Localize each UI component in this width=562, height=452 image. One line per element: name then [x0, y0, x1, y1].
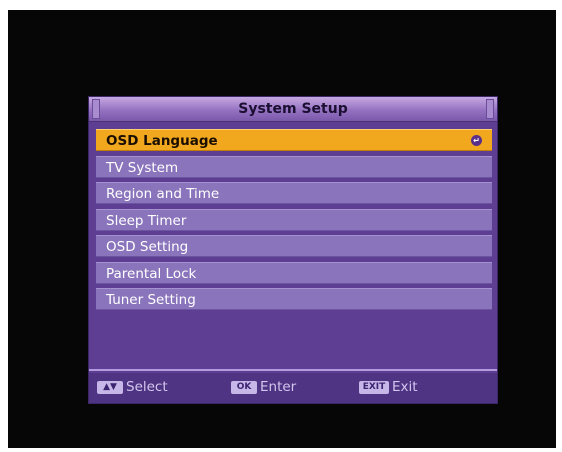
help-footer: ▲▼ Select OK Enter EXIT Exit — [89, 373, 497, 403]
tv-screen: System Setup OSD Language ↵ TV System Re… — [8, 10, 556, 448]
enter-arrow-icon: ↵ — [471, 135, 482, 146]
hint-exit-label: Exit — [392, 379, 418, 395]
hint-enter-label: Enter — [260, 379, 297, 395]
menu-item-label: Tuner Setting — [106, 292, 196, 308]
system-setup-dialog: System Setup OSD Language ↵ TV System Re… — [88, 96, 498, 404]
hint-select-label: Select — [126, 379, 168, 395]
exit-key-icon: EXIT — [359, 380, 389, 394]
menu-item-region-and-time[interactable]: Region and Time — [96, 182, 492, 204]
title-bar: System Setup — [89, 97, 497, 122]
hint-exit: EXIT Exit — [359, 379, 418, 395]
menu-item-tuner-setting[interactable]: Tuner Setting — [96, 288, 492, 310]
menu-item-sleep-timer[interactable]: Sleep Timer — [96, 208, 492, 231]
hint-select: ▲▼ Select — [97, 379, 168, 395]
footer-divider — [89, 369, 497, 371]
setup-menu: OSD Language ↵ TV System Region and Time… — [96, 129, 492, 315]
hint-enter: OK Enter — [231, 379, 296, 395]
menu-item-label: OSD Language — [106, 133, 218, 149]
menu-item-label: Region and Time — [106, 186, 220, 202]
menu-item-label: TV System — [106, 159, 179, 176]
menu-item-label: OSD Setting — [106, 239, 189, 255]
menu-item-osd-setting[interactable]: OSD Setting — [96, 235, 492, 257]
ok-key-icon: OK — [231, 380, 257, 394]
up-down-arrows-icon: ▲▼ — [97, 380, 123, 394]
menu-item-osd-language[interactable]: OSD Language ↵ — [96, 129, 492, 151]
menu-item-tv-system[interactable]: TV System — [96, 155, 492, 178]
menu-item-label: Parental Lock — [106, 265, 197, 282]
page-title: System Setup — [238, 101, 348, 117]
title-bar-right-tab — [486, 99, 494, 119]
menu-item-label: Sleep Timer — [106, 212, 187, 229]
menu-item-parental-lock[interactable]: Parental Lock — [96, 261, 492, 284]
